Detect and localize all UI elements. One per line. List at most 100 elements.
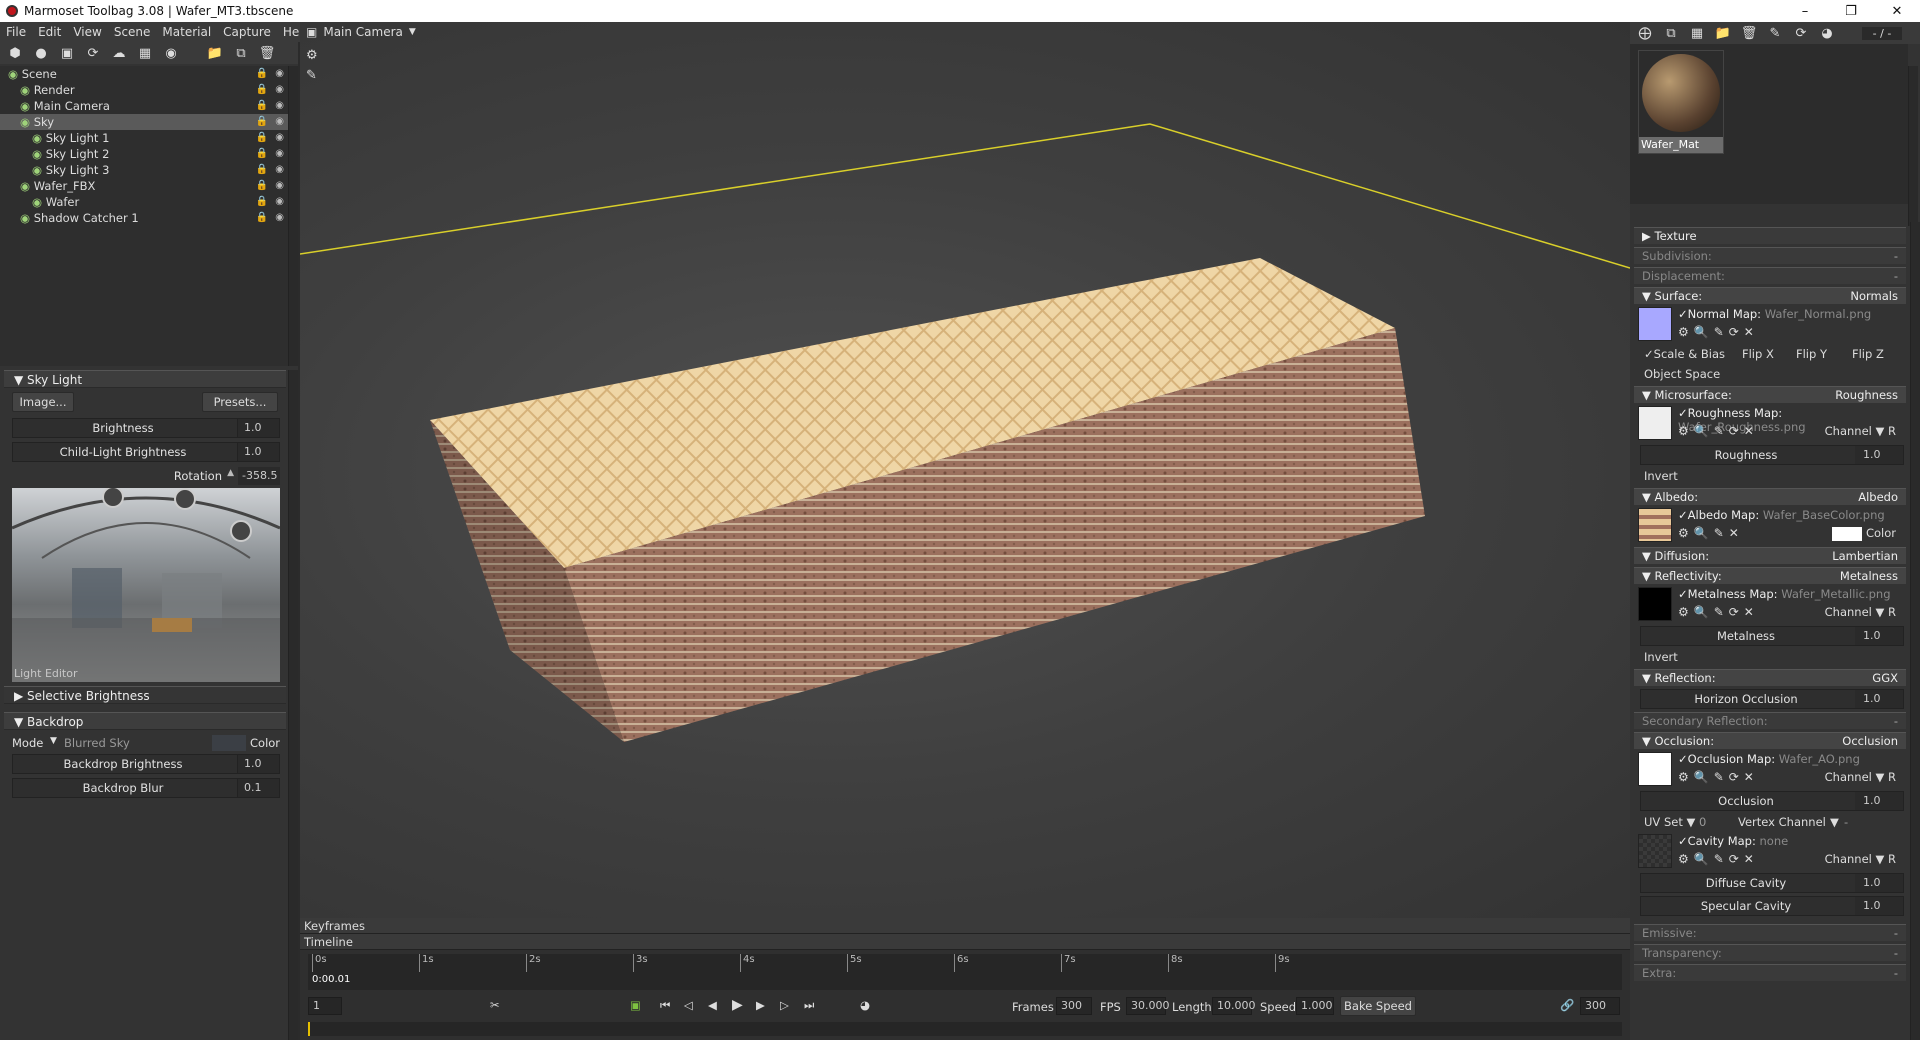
cavity-map-thumbnail[interactable] [1638, 834, 1672, 868]
lock-icon[interactable]: 🔒 [256, 98, 268, 114]
roughness-channel[interactable]: Channel ▼ R [1825, 424, 1896, 438]
surface-value[interactable]: Normals [1850, 288, 1898, 305]
specular-cavity-slider[interactable]: Specular Cavity 1.0 [1640, 896, 1904, 916]
albedo-color-swatch[interactable] [1832, 526, 1863, 541]
material-name[interactable]: Wafer_Mat [1639, 137, 1723, 153]
scissors-icon[interactable]: ✂ [490, 998, 500, 1012]
add-material-icon[interactable]: ⨁ [1636, 26, 1654, 41]
duplicate-icon[interactable]: ⧉ [230, 44, 252, 62]
menu-scene[interactable]: Scene [108, 25, 157, 39]
open-material-icon[interactable]: 📁 [1714, 26, 1732, 41]
extra-header[interactable]: Extra: - [1634, 964, 1906, 981]
uv-set-dropdown[interactable]: ▼ [1686, 815, 1695, 829]
tree-item[interactable]: ◉ Wafer 🔒 ◉ [0, 194, 290, 210]
visibility-icon[interactable]: ◉ [275, 146, 284, 162]
surface-header[interactable]: ▼ Surface: Normals [1634, 287, 1906, 304]
duplicate-material-icon[interactable]: ⧉ [1662, 26, 1680, 41]
speed-field[interactable]: 1.000 [1296, 997, 1334, 1015]
add-shadow-catcher-icon[interactable]: ▦ [134, 44, 156, 62]
skip-end-icon[interactable]: ⏭ [804, 998, 814, 1013]
occlusion-map-check-icon[interactable]: ✓ [1678, 752, 1688, 766]
metalness-map-tools[interactable]: ⚙🔍✎⟳✕ [1678, 605, 1759, 619]
cavity-map-tools[interactable]: ⚙🔍✎⟳✕ [1678, 852, 1759, 866]
reflectivity-value[interactable]: Metalness [1840, 568, 1898, 585]
visibility-icon[interactable]: ◉ [275, 210, 284, 226]
visibility-icon[interactable]: ◉ [275, 66, 284, 82]
visibility-icon[interactable]: ◉ [275, 130, 284, 146]
flip-y-checkbox[interactable]: Flip Y [1796, 345, 1827, 363]
bake-speed-button[interactable]: Bake Speed [1340, 996, 1416, 1016]
specular-cavity-value[interactable]: 1.0 [1855, 897, 1903, 915]
cavity-channel[interactable]: Channel ▼ R [1825, 852, 1896, 866]
add-fog-icon[interactable]: ☁ [108, 44, 130, 62]
normal-map-tools[interactable]: ⚙🔍✎⟳✕ [1678, 325, 1759, 339]
next-key-icon[interactable]: ▷ [780, 998, 789, 1012]
metalness-map-file[interactable]: Wafer_Metallic.png [1781, 587, 1890, 601]
occlusion-map-thumbnail[interactable] [1638, 752, 1672, 786]
rotation-value[interactable]: -358.5 [238, 467, 280, 485]
emissive-value[interactable]: - [1894, 925, 1898, 942]
child-light-brightness-value[interactable]: 1.0 [237, 443, 279, 461]
rotation-spinner-icon[interactable]: ▲ [227, 468, 234, 478]
texture-header[interactable]: ▶ Texture [1634, 227, 1906, 244]
occlusion-value[interactable]: Occlusion [1842, 733, 1898, 750]
microsurface-value[interactable]: Roughness [1835, 387, 1898, 404]
restore-icon[interactable]: ❐ [1828, 0, 1874, 22]
menu-file[interactable]: File [0, 25, 32, 39]
lock-icon[interactable]: 🔒 [256, 146, 268, 162]
tree-item[interactable]: ◉ Render 🔒 ◉ [0, 82, 290, 98]
assign-material-icon[interactable]: ✎ [1766, 26, 1784, 41]
prev-frame-icon[interactable]: ◀ [708, 998, 717, 1012]
brightness-slider[interactable]: Brightness 1.0 [12, 418, 280, 438]
vertex-channel-dropdown[interactable]: ▼ [1830, 813, 1839, 831]
link-icon[interactable]: 🔗 [1560, 998, 1574, 1012]
roughness-map-thumbnail[interactable] [1638, 406, 1672, 440]
backdrop-header[interactable]: ▼ Backdrop [4, 712, 286, 730]
timeline-track[interactable] [308, 1022, 1622, 1036]
tree-item[interactable]: ◉ Sky Light 3 🔒 ◉ [0, 162, 290, 178]
occlusion-channel[interactable]: Channel ▼ R [1825, 770, 1896, 784]
albedo-map-thumbnail[interactable] [1638, 508, 1672, 542]
displacement-header[interactable]: Displacement: - [1634, 267, 1906, 284]
mode-value[interactable]: Blurred Sky [64, 736, 130, 750]
tree-item[interactable]: ◉ Scene 🔒 ◉ [0, 66, 290, 82]
emissive-header[interactable]: Emissive: - [1634, 924, 1906, 941]
reflection-header[interactable]: ▼ Reflection: GGX [1634, 669, 1906, 686]
tree-item[interactable]: ◉ Wafer_FBX 🔒 ◉ [0, 178, 290, 194]
play-icon[interactable]: ▶ [732, 997, 743, 1013]
menu-view[interactable]: View [67, 25, 107, 39]
horizon-occlusion-slider[interactable]: Horizon Occlusion 1.0 [1640, 689, 1904, 709]
viewport-3d[interactable]: ▣ Main Camera ▼ ⚙ ✎ [300, 22, 1630, 922]
lock-icon[interactable]: 🔒 [256, 130, 268, 146]
backdrop-blur-slider[interactable]: Backdrop Blur 0.1 [12, 778, 280, 798]
material-grid-icon[interactable]: ▦ [1688, 26, 1706, 41]
brightness-value[interactable]: 1.0 [237, 419, 279, 437]
metalness-map-check-icon[interactable]: ✓ [1678, 587, 1688, 601]
backdrop-brightness-slider[interactable]: Backdrop Brightness 1.0 [12, 754, 280, 774]
material-scrollbar[interactable] [1910, 222, 1920, 1040]
presets-button[interactable]: Presets... [202, 392, 278, 412]
scale-bias-checkbox[interactable]: ✓ [1644, 347, 1654, 361]
subdivision-value[interactable]: - [1894, 248, 1898, 265]
microsurface-header[interactable]: ▼ Microsurface: Roughness [1634, 386, 1906, 403]
metalness-invert-row[interactable]: Invert [1634, 648, 1906, 666]
next-frame-icon[interactable]: ▶ [756, 998, 765, 1012]
lock-icon[interactable]: 🔒 [256, 178, 268, 194]
add-turntable-icon[interactable]: ⟳ [82, 44, 104, 62]
refresh-material-icon[interactable]: ⟳ [1792, 26, 1810, 41]
tree-item[interactable]: ◉ Sky Light 2 🔒 ◉ [0, 146, 290, 162]
transparency-value[interactable]: - [1894, 945, 1898, 962]
diffusion-header[interactable]: ▼ Diffusion: Lambertian [1634, 547, 1906, 564]
vertex-channel-value[interactable]: - [1844, 813, 1848, 831]
prev-key-icon[interactable]: ◁ [684, 998, 693, 1012]
secondary-reflection-header[interactable]: Secondary Reflection: - [1634, 712, 1906, 729]
add-camera-icon[interactable]: ▣ [56, 44, 78, 62]
skip-start-icon[interactable]: ⏮ [660, 998, 670, 1013]
roughness-map-tools[interactable]: ⚙🔍✎⟳✕ [1678, 424, 1759, 438]
metalness-map-thumbnail[interactable] [1638, 587, 1672, 621]
timeline-ruler[interactable]: 0:00.01 0s 1s 2s 3s 4s 5s 6s 7s 8s 9s [308, 954, 1622, 990]
menu-edit[interactable]: Edit [32, 25, 67, 39]
albedo-map-check-icon[interactable]: ✓ [1678, 508, 1688, 522]
add-light-icon[interactable]: ● [30, 44, 52, 62]
fps-field[interactable]: 30.000 [1126, 997, 1170, 1015]
